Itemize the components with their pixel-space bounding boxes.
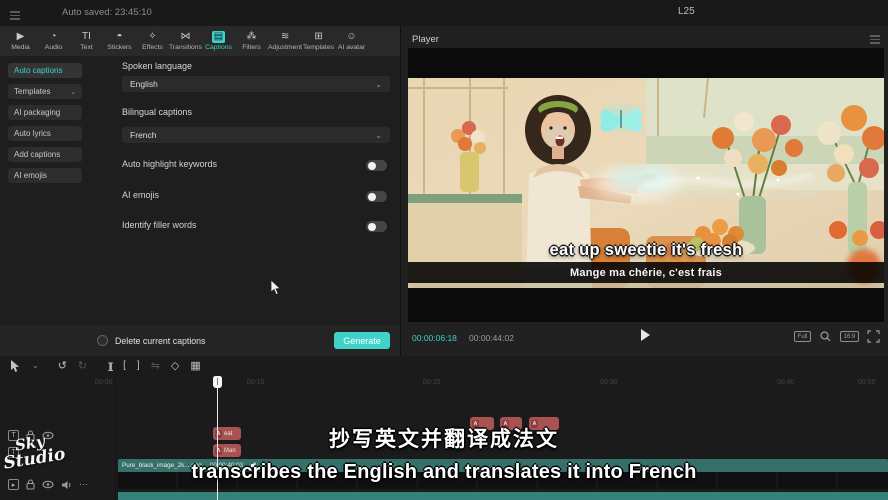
- quality-button[interactable]: Full: [794, 331, 811, 342]
- ai-emojis-toggle[interactable]: [366, 191, 387, 202]
- video-caption-french: Mange ma chérie, c'est frais: [570, 267, 722, 279]
- sidebar-item-auto-lyrics[interactable]: Auto lyrics: [8, 126, 82, 141]
- identify-filler-words-toggle[interactable]: [366, 221, 387, 232]
- butterfly: [600, 106, 642, 131]
- toolbar-item-templates[interactable]: ⊞Templates: [302, 26, 335, 56]
- video-caption-band: Mange ma chérie, c'est frais: [408, 262, 884, 283]
- tutorial-subtitle-english: transcribes the English and translates i…: [0, 461, 888, 484]
- toolbar-item-text[interactable]: TIText: [70, 26, 103, 56]
- spoken-language-label: Spoken language: [122, 61, 192, 71]
- transitions-icon: ⋈: [181, 31, 191, 43]
- effects-icon: ✧: [148, 31, 156, 43]
- session-label: L25: [678, 6, 695, 17]
- text-icon: TI: [82, 31, 91, 43]
- tutorial-subtitle-chinese: 抄写英文并翻译成法文: [0, 423, 888, 453]
- toolbar-item-effects[interactable]: ✧Effects: [136, 26, 169, 56]
- captions-action-bar: Delete current captions Generate: [0, 325, 400, 356]
- toolbar-item-media[interactable]: ▶Media: [4, 26, 37, 56]
- spoken-language-dropdown[interactable]: English ⌄: [122, 76, 390, 92]
- playback-current-time: 00:00:06:18: [412, 333, 457, 343]
- captions-icon: ▤: [212, 31, 225, 43]
- mask-icon[interactable]: ◇: [171, 360, 179, 372]
- timeline-toolbar: ⌄ ↺ ↻ ][ [ ] ⇋ ◇ ▦: [0, 356, 888, 376]
- captions-panel: Auto captions Templates⌄ AI packaging Au…: [0, 56, 400, 325]
- ruler-tick-label: 00:00: [95, 379, 113, 386]
- media-icon: ▶: [17, 31, 25, 43]
- toolbar-item-audio[interactable]: ◔Audio: [37, 26, 70, 56]
- trim-left-icon[interactable]: [: [123, 360, 126, 372]
- toolbar-item-ai-avatar[interactable]: ☺AI avatar: [335, 26, 368, 56]
- toolbar-item-adjustment[interactable]: ≋Adjustment: [268, 26, 302, 56]
- adjustment-icon: ≋: [281, 31, 289, 43]
- chevron-down-icon: ⌄: [375, 80, 382, 89]
- fullscreen-icon[interactable]: [867, 330, 880, 343]
- ruler-tick-label: 00:40: [777, 379, 795, 386]
- toolbar-item-transitions[interactable]: ⋈Transitions: [169, 26, 202, 56]
- toolbar-item-stickers[interactable]: ◓Stickers: [103, 26, 136, 56]
- playback-total-time: 00:00:44:02: [469, 333, 514, 343]
- player-title: Player: [412, 34, 439, 45]
- chevron-down-icon: ⌄: [70, 88, 76, 96]
- sidebar-item-ai-packaging[interactable]: AI packaging: [8, 105, 82, 120]
- ai-emojis-label: AI emojis: [122, 190, 159, 200]
- stickers-icon: ◓: [116, 31, 122, 43]
- trim-right-icon[interactable]: ]: [137, 360, 140, 372]
- auto-highlight-keywords-toggle[interactable]: [366, 160, 387, 171]
- ruler-tick-label: 00:10: [247, 379, 265, 386]
- player-panel: Player: [401, 26, 888, 356]
- filters-icon: ⁂: [247, 31, 257, 43]
- sidebar-item-templates[interactable]: Templates⌄: [8, 84, 82, 99]
- select-cursor-icon[interactable]: [10, 360, 21, 373]
- video-preview[interactable]: eat up sweetie it's fresh Mange ma chéri…: [408, 48, 884, 322]
- redo-icon[interactable]: ↻: [78, 360, 87, 372]
- undo-icon[interactable]: ↺: [58, 360, 67, 372]
- auto-highlight-keywords-label: Auto highlight keywords: [122, 159, 217, 169]
- audio-icon: ◔: [50, 31, 56, 43]
- playhead-handle[interactable]: [213, 376, 222, 388]
- sidebar-item-ai-emojis[interactable]: AI emojis: [8, 168, 82, 183]
- player-menu-icon[interactable]: [870, 33, 880, 46]
- app-menu-icon[interactable]: [10, 9, 20, 22]
- templates-icon: ⊞: [314, 31, 322, 43]
- aspect-ratio-button[interactable]: 16:9: [840, 331, 859, 342]
- ruler-tick-label: 00:50: [858, 379, 876, 386]
- delete-captions-label: Delete current captions: [115, 336, 205, 346]
- delete-captions-checkbox[interactable]: [97, 335, 108, 346]
- audio-track-clip[interactable]: [118, 492, 888, 500]
- toolbar-item-filters[interactable]: ⁂Filters: [235, 26, 268, 56]
- chevron-down-icon: ⌄: [375, 131, 382, 140]
- player-view-controls: Full 16:9: [794, 330, 880, 343]
- mirror-icon[interactable]: ⇋: [151, 360, 160, 372]
- generate-button[interactable]: Generate: [334, 332, 390, 349]
- sidebar-item-add-captions[interactable]: Add captions: [8, 147, 82, 162]
- ruler-tick-label: 00:20: [423, 379, 441, 386]
- zoom-fit-icon[interactable]: [819, 330, 832, 343]
- main-toolbar: ▶Media ◔Audio TIText ◓Stickers ✧Effects …: [0, 26, 400, 56]
- capcut-editor-window: Auto saved: 23:45:10 L25 ▶Media ◔Audio T…: [0, 0, 888, 500]
- identify-filler-words-label: Identify filler words: [122, 220, 197, 230]
- cursor-mode-chevron-icon[interactable]: ⌄: [32, 360, 39, 372]
- toolbar-item-captions[interactable]: ▤Captions: [202, 26, 235, 56]
- ruler-tick-label: 00:30: [600, 379, 618, 386]
- sidebar-item-auto-captions[interactable]: Auto captions: [8, 63, 82, 78]
- split-icon[interactable]: ][: [108, 360, 112, 372]
- ai-avatar-icon: ☺: [346, 31, 356, 43]
- bilingual-captions-dropdown[interactable]: French ⌄: [122, 127, 390, 143]
- play-button[interactable]: [641, 329, 650, 341]
- mouse-cursor: [270, 280, 282, 296]
- autosave-status: Auto saved: 23:45:10: [62, 7, 152, 18]
- auto-layout-icon[interactable]: ▦: [190, 360, 200, 372]
- video-caption-english: eat up sweetie it's fresh: [408, 241, 884, 260]
- titlebar: Auto saved: 23:45:10 L25: [0, 0, 888, 26]
- bilingual-captions-label: Bilingual captions: [122, 107, 192, 117]
